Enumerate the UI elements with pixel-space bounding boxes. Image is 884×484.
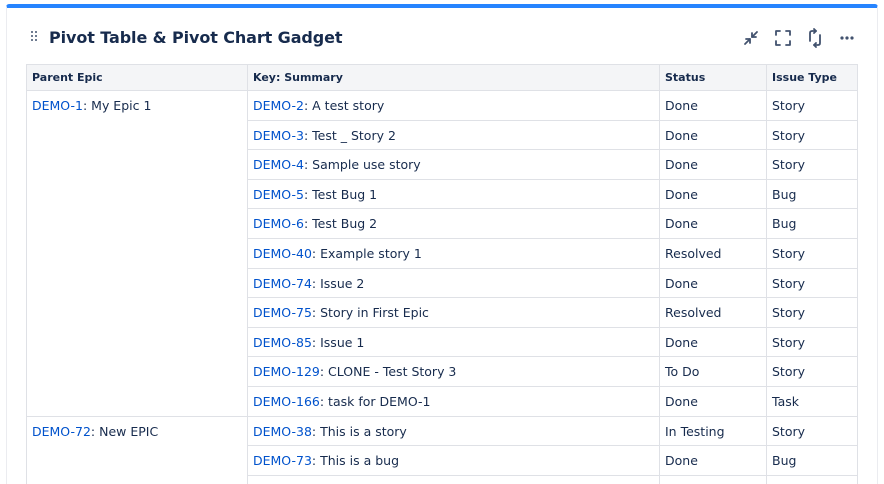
drag-handle-icon[interactable] [31,31,38,43]
issue-key-link[interactable]: DEMO-74 [253,276,312,291]
issue-key-link[interactable]: DEMO-85 [253,335,312,350]
issue-key-link[interactable]: DEMO-3 [253,128,304,143]
key-summary-cell: DEMO-40: Example story 1 [247,237,660,269]
gadget-toolbar [741,28,857,48]
issue-type-cell: Story [766,415,858,447]
key-summary-cell: DEMO-166: task for DEMO-1 [247,385,660,417]
issue-type-cell: Bug [766,445,858,476]
status-cell: Resolved [659,237,767,269]
key-summary-cell: DEMO-74: Issue 2 [247,267,660,299]
issue-summary: : Sample use story [303,157,421,173]
status-cell: Done [659,326,767,358]
key-summary-cell: DEMO-73: This is a bug [247,445,660,476]
issue-key-link[interactable]: DEMO-75 [253,305,312,320]
issue-key-link[interactable]: DEMO-4 [253,157,304,172]
status-cell: Done [659,178,767,210]
key-summary-cell: DEMO-85: Issue 1 [247,326,660,358]
key-summary-cell: DEMO-4: Sample use story [247,149,660,180]
issue-summary: : Test Bug 1 [303,186,378,202]
header-issue-type[interactable]: Issue Type [766,64,858,91]
status-cell: To Do [659,356,767,387]
issue-key-link[interactable]: DEMO-40 [253,246,312,261]
issue-type-cell: Story [766,267,858,299]
status-cell: Done [659,208,767,239]
status-cell: Done [659,149,767,180]
pivot-table: Parent Epic Key: Summary Status Issue Ty… [26,64,858,484]
status-cell: Done [659,119,767,151]
issue-summary: : This is a story [311,423,407,439]
issue-key-link[interactable]: DEMO-73 [253,453,312,468]
issue-key-link[interactable]: DEMO-5 [253,187,304,202]
issue-key-link[interactable]: DEMO-6 [253,216,304,231]
issue-type-cell: Story [766,297,858,328]
epic-key-link[interactable]: DEMO-72 [32,424,91,439]
issue-summary: : Issue 2 [311,275,365,291]
table-header-row: Parent Epic Key: Summary Status Issue Ty… [26,64,858,91]
key-summary-cell [247,474,660,484]
key-summary-cell: DEMO-75: Story in First Epic [247,297,660,328]
gadget-title: Pivot Table & Pivot Chart Gadget [49,28,343,47]
key-summary-cell: DEMO-129: CLONE - Test Story 3 [247,356,660,387]
issue-type-cell: Story [766,326,858,358]
issue-key-link[interactable]: DEMO-2 [253,98,304,113]
issue-type-cell: Bug [766,178,858,210]
epic-name: : New EPIC [90,423,159,439]
status-cell: Done [659,267,767,299]
key-summary-cell: DEMO-38: This is a story [247,415,660,447]
issue-summary: : Test Bug 2 [303,216,378,232]
collapse-icon[interactable] [741,28,761,48]
issue-summary: : Example story 1 [311,245,422,261]
issue-type-cell: Story [766,149,858,180]
issue-type-cell: Story [766,119,858,151]
issue-type-cell: Story [766,90,858,121]
header-key-summary[interactable]: Key: Summary [247,64,660,91]
issue-type-cell: Story [766,237,858,269]
key-summary-cell: DEMO-6: Test Bug 2 [247,208,660,239]
issue-key-link[interactable]: DEMO-129 [253,364,320,379]
issue-type-cell: Task [766,385,858,417]
status-cell [659,474,767,484]
parent-epic-cell: DEMO-1: My Epic 1 [26,90,248,417]
issue-summary: : Story in First Epic [311,305,429,321]
table-row: DEMO-72: New EPIC DEMO-38: This is a stor… [26,415,858,484]
issue-summary: : Test _ Story 2 [303,127,396,143]
status-cell: Done [659,385,767,417]
issue-summary: : Issue 1 [311,334,365,350]
issue-type-cell: Story [766,356,858,387]
status-cell: Done [659,90,767,121]
table-row: DEMO-1: My Epic 1 DEMO-2: A test story Don… [26,90,858,417]
status-cell: Resolved [659,297,767,328]
issue-type-cell: Bug [766,208,858,239]
status-cell: In Testing [659,415,767,447]
key-summary-cell: DEMO-2: A test story [247,90,660,121]
pivot-table-container: Parent Epic Key: Summary Status Issue Ty… [26,64,858,484]
epic-name: : My Epic 1 [82,98,152,113]
key-summary-cell: DEMO-5: Test Bug 1 [247,178,660,210]
header-parent-epic[interactable]: Parent Epic [26,64,248,91]
issue-summary: : A test story [303,98,385,113]
epic-key-link[interactable]: DEMO-1 [32,98,83,113]
issue-summary: : CLONE - Test Story 3 [319,364,457,380]
parent-epic-cell: DEMO-72: New EPIC [26,415,248,484]
issue-summary: : This is a bug [311,453,400,469]
fullscreen-icon[interactable] [773,28,793,48]
header-status[interactable]: Status [659,64,767,91]
key-summary-cell: DEMO-3: Test _ Story 2 [247,119,660,151]
issue-key-link[interactable]: DEMO-166 [253,394,320,409]
issue-key-link[interactable]: DEMO-38 [253,424,312,439]
issue-type-cell [766,474,858,484]
status-cell: Done [659,445,767,476]
refresh-icon[interactable] [805,28,825,48]
more-icon[interactable] [837,28,857,48]
issue-summary: : task for DEMO-1 [319,393,431,409]
pivot-gadget: Pivot Table & Pivot Chart Gadget Parent … [6,4,878,484]
